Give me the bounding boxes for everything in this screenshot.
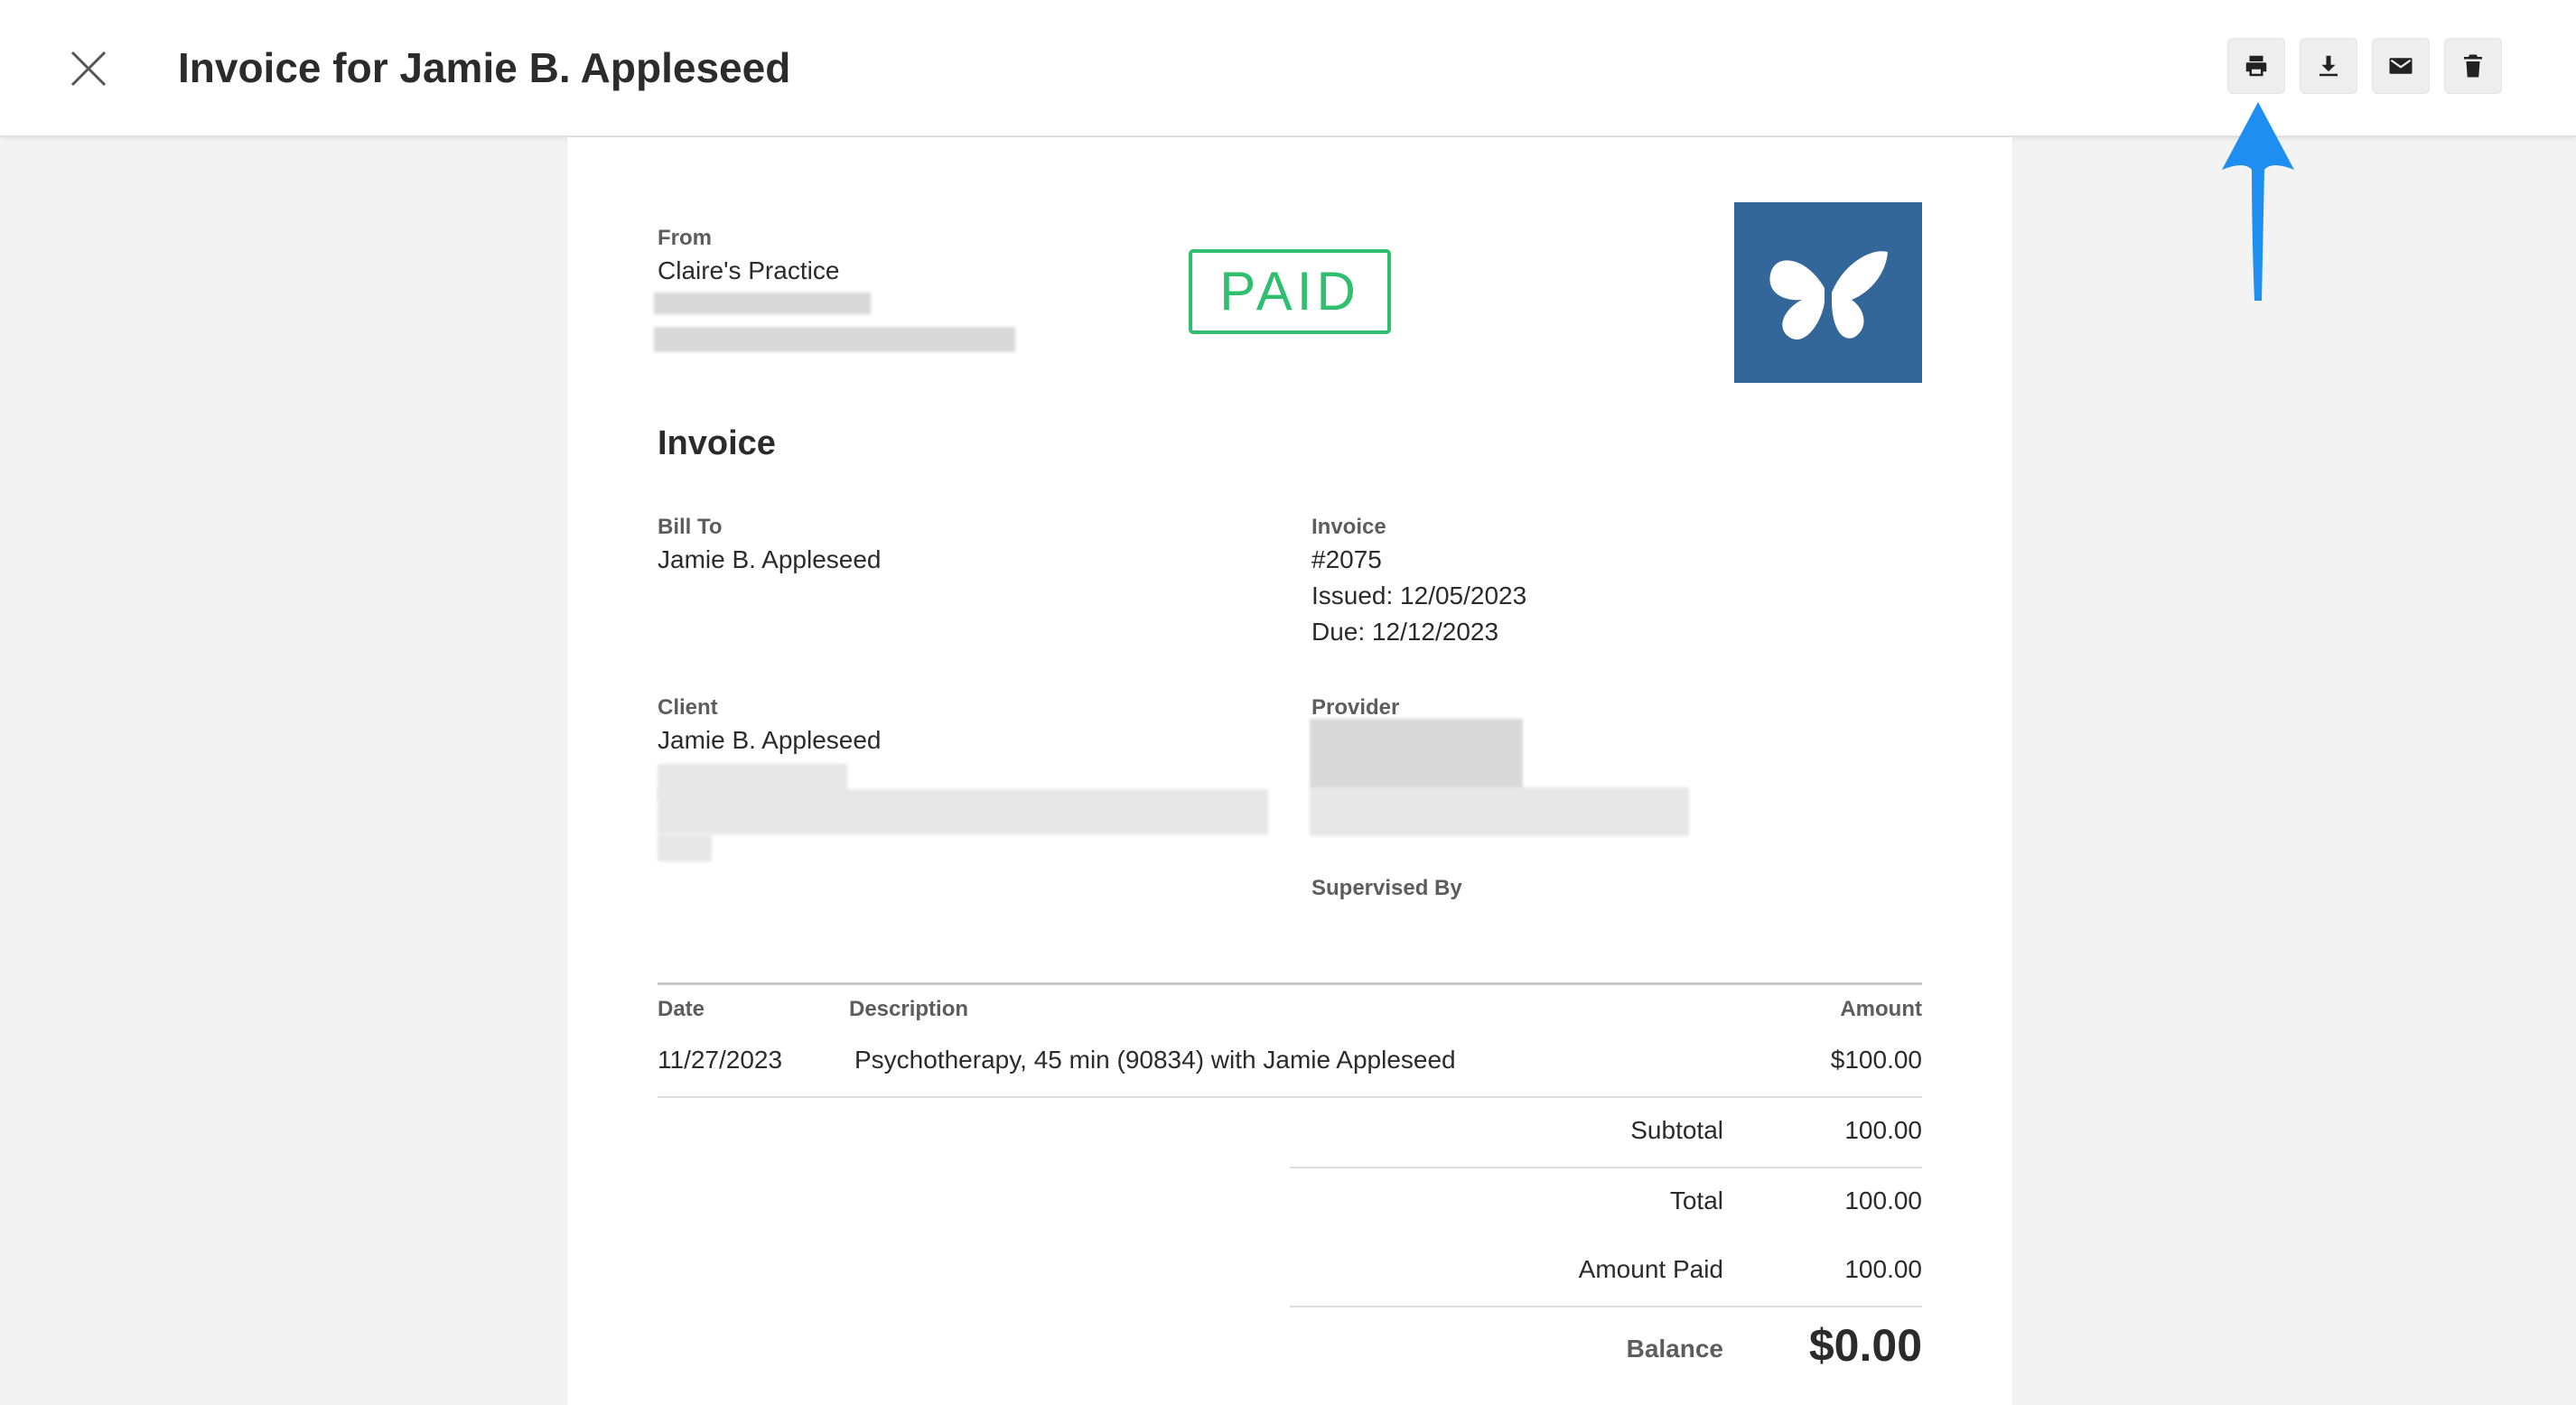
client-name: Jamie B. Appleseed (658, 726, 882, 754)
redacted-client-detail (658, 789, 1268, 834)
issued-date: Issued: 12/05/2023 (1311, 582, 1527, 609)
column-header-description: Description (849, 997, 969, 1021)
redacted-provider-name (1310, 719, 1523, 789)
subtotal-label: Subtotal (1630, 1116, 1723, 1144)
line-item-date: 11/27/2023 (658, 1046, 783, 1074)
invoice-document: From Claire's Practice PAID Invoice Bill… (567, 137, 2012, 1405)
annotation-arrow-icon (2222, 102, 2294, 301)
practice-logo (1734, 202, 1922, 383)
supervised-by-label: Supervised By (1311, 876, 1462, 900)
close-icon (70, 51, 107, 87)
delete-button[interactable] (2444, 38, 2502, 94)
amount-paid-value: 100.00 (1844, 1255, 1922, 1283)
redacted-provider-detail (1310, 787, 1689, 836)
from-label: From (658, 226, 712, 250)
line-item-description: Psychotherapy, 45 min (90834) with Jamie… (854, 1046, 1456, 1074)
invoice-number: #2075 (1311, 545, 1382, 573)
provider-label: Provider (1311, 695, 1400, 720)
download-button[interactable] (2300, 38, 2357, 94)
balance-value: $0.00 (1808, 1320, 1922, 1371)
print-button[interactable] (2227, 38, 2285, 94)
bill-to-name: Jamie B. Appleseed (658, 545, 882, 573)
redacted-client-detail (658, 834, 712, 861)
practice-name: Claire's Practice (658, 256, 840, 284)
paid-stamp: PAID (1189, 249, 1391, 334)
redacted-address-line (654, 293, 871, 314)
dialog-header: Invoice for Jamie B. Appleseed (0, 0, 2576, 137)
butterfly-logo-icon (1769, 251, 1888, 340)
download-icon (2319, 55, 2338, 77)
column-header-date: Date (658, 997, 705, 1021)
total-label: Total (1669, 1186, 1723, 1214)
table-row-divider (658, 1096, 1922, 1098)
redacted-address-line (654, 327, 1015, 352)
table-top-rule (658, 982, 1922, 985)
totals-divider (1290, 1167, 1922, 1168)
client-label: Client (658, 695, 718, 720)
page-title: Invoice for Jamie B. Appleseed (178, 44, 791, 91)
bill-to-label: Bill To (658, 515, 723, 539)
printer-icon (2245, 55, 2267, 77)
amount-paid-label: Amount Paid (1578, 1255, 1723, 1283)
close-button[interactable] (63, 43, 114, 94)
total-value: 100.00 (1844, 1186, 1922, 1214)
column-header-amount: Amount (1840, 997, 1922, 1021)
invoice-heading: Invoice (658, 424, 776, 462)
due-date: Due: 12/12/2023 (1311, 618, 1499, 646)
envelope-icon (2389, 58, 2413, 74)
email-button[interactable] (2372, 38, 2430, 94)
subtotal-value: 100.00 (1844, 1116, 1922, 1144)
totals-divider (1290, 1306, 1922, 1307)
balance-label: Balance (1626, 1335, 1723, 1363)
line-item-amount: $100.00 (1830, 1046, 1922, 1074)
invoice-label: Invoice (1311, 515, 1386, 539)
trash-icon (2464, 54, 2482, 78)
